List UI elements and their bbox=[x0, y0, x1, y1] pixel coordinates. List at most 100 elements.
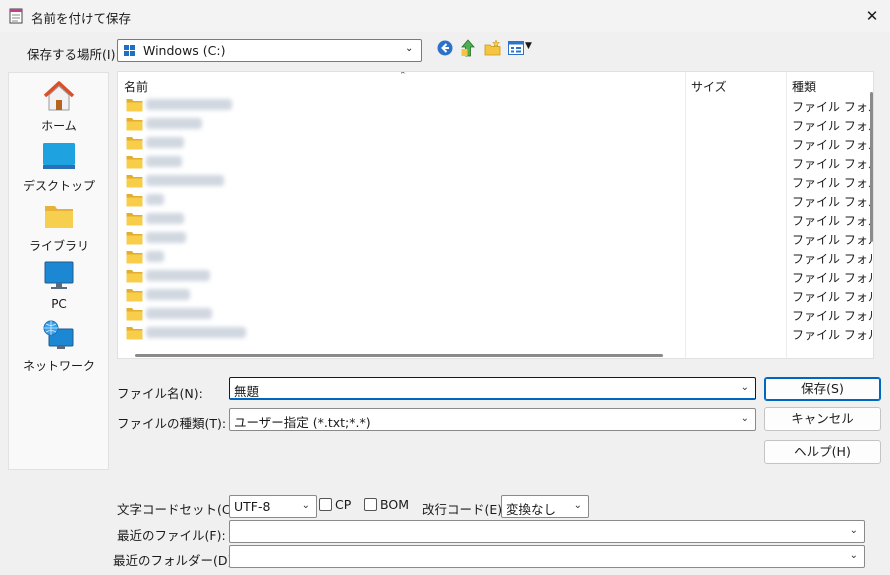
dropdown-caret-icon: ▼ bbox=[525, 41, 532, 51]
file-row[interactable]: ファイル フォルダー bbox=[118, 115, 873, 134]
save-button[interactable]: 保存(S) bbox=[764, 377, 881, 401]
place-network[interactable]: ネットワーク bbox=[9, 319, 109, 375]
places-bar: ホーム デスクトップ ライブラリ PC ネットワーク bbox=[8, 72, 109, 470]
file-name-redacted bbox=[146, 175, 224, 186]
place-pc[interactable]: PC bbox=[9, 259, 109, 315]
file-type-cell: ファイル フォルダー bbox=[792, 100, 872, 114]
file-row[interactable]: ファイル フォルダー bbox=[118, 305, 873, 324]
bom-checkbox[interactable] bbox=[364, 498, 377, 511]
chevron-down-icon: ⌄ bbox=[405, 43, 414, 54]
folder-icon bbox=[126, 175, 143, 188]
file-row[interactable]: ファイル フォルダー bbox=[118, 96, 873, 115]
file-name-redacted bbox=[146, 270, 210, 281]
vertical-scrollbar[interactable] bbox=[870, 92, 873, 242]
encoding-value: UTF-8 bbox=[234, 499, 271, 514]
column-header-name[interactable]: 名前 bbox=[124, 78, 148, 95]
folder-icon bbox=[126, 137, 143, 150]
file-name-redacted bbox=[146, 118, 202, 129]
file-name-redacted bbox=[146, 289, 190, 300]
chevron-down-icon: ⌄ bbox=[849, 525, 858, 536]
location-combobox[interactable]: Windows (C:) ⌄ bbox=[117, 39, 422, 62]
file-row[interactable]: ファイル フォルダー bbox=[118, 248, 873, 267]
file-type-cell: ファイル フォルダー bbox=[792, 271, 872, 285]
file-type-cell: ファイル フォルダー bbox=[792, 138, 872, 152]
file-row[interactable]: ファイル フォルダー bbox=[118, 134, 873, 153]
help-button[interactable]: ヘルプ(H) bbox=[764, 440, 881, 464]
view-menu-button[interactable]: ▼ bbox=[508, 41, 532, 55]
recent-files-label: 最近のファイル(F): bbox=[117, 528, 226, 543]
file-type-cell: ファイル フォルダー bbox=[792, 195, 872, 209]
library-folder-icon bbox=[45, 206, 73, 228]
filename-input[interactable]: 無題 ⌄ bbox=[229, 377, 756, 400]
newline-label: 改行コード(E): bbox=[422, 502, 507, 517]
place-label-desktop: デスクトップ bbox=[22, 179, 95, 193]
place-label-network: ネットワーク bbox=[22, 359, 95, 373]
file-type-cell: ファイル フォルダー bbox=[792, 309, 872, 323]
file-row[interactable]: ファイル フォルダー bbox=[118, 267, 873, 286]
file-row[interactable]: ファイル フォルダー bbox=[118, 153, 873, 172]
encoding-select[interactable]: UTF-8 ⌄ bbox=[229, 495, 317, 518]
notepad-app-icon bbox=[9, 8, 23, 24]
file-list[interactable]: 名前 ⌃ サイズ 種類 ファイル フォルダーファイル フォルダーファイル フォル… bbox=[117, 71, 874, 359]
file-type-cell: ファイル フォルダー bbox=[792, 233, 872, 247]
file-name-redacted bbox=[146, 327, 246, 338]
window-title: 名前を付けて保存 bbox=[31, 11, 132, 26]
file-row[interactable]: ファイル フォルダー bbox=[118, 324, 873, 343]
column-header-type[interactable]: 種類 bbox=[792, 78, 816, 95]
file-name-redacted bbox=[146, 194, 164, 205]
place-desktop[interactable]: デスクトップ bbox=[9, 139, 109, 195]
close-button[interactable]: ✕ bbox=[858, 2, 886, 30]
back-arrow-icon[interactable] bbox=[437, 40, 453, 56]
new-folder-icon[interactable] bbox=[484, 39, 501, 56]
file-type-cell: ファイル フォルダー bbox=[792, 252, 872, 266]
location-value: Windows (C:) bbox=[143, 43, 226, 58]
file-type-cell: ファイル フォルダー bbox=[792, 119, 872, 133]
folder-icon bbox=[126, 327, 143, 340]
bom-label: BOM bbox=[380, 497, 409, 512]
file-name-redacted bbox=[146, 137, 184, 148]
location-label: 保存する場所(I): bbox=[27, 47, 120, 62]
chevron-down-icon: ⌄ bbox=[301, 500, 310, 511]
network-icon bbox=[43, 320, 74, 349]
cancel-button[interactable]: キャンセル bbox=[764, 407, 881, 431]
recent-files-select[interactable]: ⌄ bbox=[229, 520, 865, 543]
chevron-down-icon: ⌄ bbox=[740, 382, 749, 393]
chevron-down-icon: ⌄ bbox=[849, 550, 858, 561]
file-row[interactable]: ファイル フォルダー bbox=[118, 229, 873, 248]
newline-select[interactable]: 変換なし ⌄ bbox=[501, 495, 589, 518]
title-bar bbox=[0, 0, 890, 32]
home-icon bbox=[43, 81, 75, 111]
encoding-label: 文字コードセット(C): bbox=[117, 502, 240, 517]
file-name-redacted bbox=[146, 156, 182, 167]
filename-label: ファイル名(N): bbox=[117, 386, 203, 401]
place-library[interactable]: ライブラリ bbox=[9, 199, 109, 255]
recent-folders-label: 最近のフォルダー(D): bbox=[113, 553, 237, 568]
place-home[interactable]: ホーム bbox=[9, 79, 109, 135]
file-row[interactable]: ファイル フォルダー bbox=[118, 286, 873, 305]
drive-icon bbox=[124, 45, 135, 56]
file-type-cell: ファイル フォルダー bbox=[792, 176, 872, 190]
horizontal-scrollbar[interactable] bbox=[135, 354, 663, 357]
folder-icon bbox=[126, 213, 143, 226]
up-folder-icon[interactable] bbox=[461, 39, 475, 57]
file-name-redacted bbox=[146, 232, 186, 243]
recent-folders-select[interactable]: ⌄ bbox=[229, 545, 865, 568]
folder-icon bbox=[126, 251, 143, 264]
file-row[interactable]: ファイル フォルダー bbox=[118, 172, 873, 191]
file-row[interactable]: ファイル フォルダー bbox=[118, 210, 873, 229]
file-name-redacted bbox=[146, 251, 164, 262]
pc-monitor-icon bbox=[44, 261, 74, 289]
cp-checkbox[interactable] bbox=[319, 498, 332, 511]
folder-icon bbox=[126, 99, 143, 112]
filetype-select[interactable]: ユーザー指定 (*.txt;*.*) ⌄ bbox=[229, 408, 756, 431]
folder-icon bbox=[126, 308, 143, 321]
file-name-redacted bbox=[146, 213, 184, 224]
folder-icon bbox=[126, 232, 143, 245]
place-label-pc: PC bbox=[51, 297, 67, 311]
file-row[interactable]: ファイル フォルダー bbox=[118, 191, 873, 210]
column-header-size[interactable]: サイズ bbox=[691, 78, 727, 95]
file-type-cell: ファイル フォルダー bbox=[792, 290, 872, 304]
folder-icon bbox=[126, 156, 143, 169]
desktop-icon bbox=[43, 143, 75, 169]
folder-icon bbox=[126, 270, 143, 283]
